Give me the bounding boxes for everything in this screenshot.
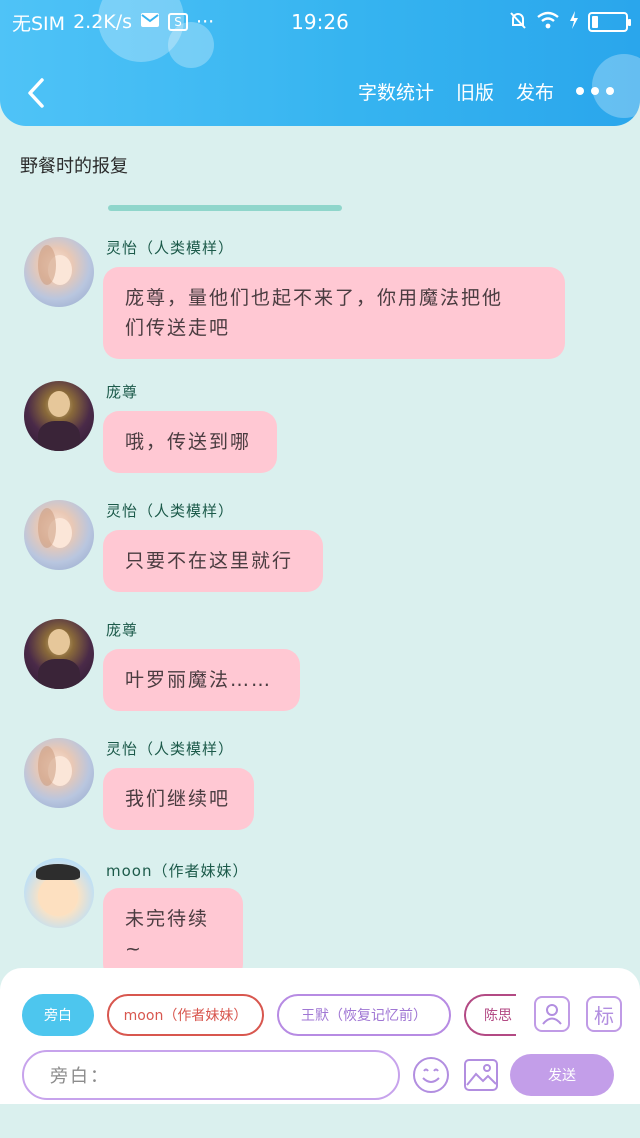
role-chip-narrator[interactable]: 旁白 bbox=[22, 994, 94, 1036]
speaker-name: 灵怡（人类模样） bbox=[106, 502, 235, 520]
character-manage-button[interactable] bbox=[534, 996, 570, 1032]
role-chip-moon[interactable]: moon（作者妹妹） bbox=[107, 994, 264, 1036]
previous-message-edge bbox=[108, 205, 342, 211]
message-text-line: 未完待续~ bbox=[125, 908, 210, 960]
chat-message[interactable]: moon（作者妹妹） 未完待续~ bbox=[0, 858, 640, 980]
speaker-name: 灵怡（人类模样） bbox=[106, 239, 235, 257]
message-bubble[interactable]: 只要不在这里就行 bbox=[103, 530, 323, 592]
message-bubble[interactable]: 庞尊，量他们也起不来了，你用魔法把他 们传送走吧 bbox=[103, 267, 565, 359]
speaker-name: moon（作者妹妹） bbox=[106, 862, 249, 880]
speaker-name: 灵怡（人类模样） bbox=[106, 740, 235, 758]
message-text-line: 庞尊，量他们也起不来了，你用魔法把他 bbox=[125, 287, 504, 309]
message-bubble[interactable]: 哦，传送到哪 bbox=[103, 411, 277, 473]
image-button[interactable] bbox=[462, 1056, 500, 1094]
message-bubble[interactable]: 我们继续吧 bbox=[103, 768, 254, 830]
document-title: 野餐时的报复 bbox=[20, 156, 128, 177]
message-bubble[interactable]: 未完待续~ bbox=[103, 888, 243, 980]
message-text-line: 只要不在这里就行 bbox=[125, 550, 294, 572]
role-chip-wangmo[interactable]: 王默（恢复记忆前） bbox=[277, 994, 451, 1036]
person-icon bbox=[542, 1004, 562, 1025]
avatar[interactable] bbox=[24, 738, 94, 808]
chevron-left-icon bbox=[28, 78, 44, 108]
old-version-button[interactable]: 旧版 bbox=[456, 78, 494, 105]
message-text-line: 哦，传送到哪 bbox=[125, 431, 252, 453]
bottom-background bbox=[0, 1104, 640, 1138]
message-text-line: 们传送走吧 bbox=[125, 317, 231, 339]
app-header: 无SIM 2.2K/s S ··· 19:26 字数统计 旧版 发布 bbox=[0, 0, 640, 126]
composer-panel: 旁白 moon（作者妹妹） 王默（恢复记忆前） 陈思 标 旁白： 发送 bbox=[0, 968, 640, 1104]
message-text-line: 叶罗丽魔法…… bbox=[125, 669, 273, 691]
back-button[interactable] bbox=[22, 76, 52, 110]
emoji-button[interactable] bbox=[412, 1056, 450, 1094]
chat-message[interactable]: 灵怡（人类模样） 庞尊，量他们也起不来了，你用魔法把他 们传送走吧 bbox=[0, 237, 640, 359]
tag-button[interactable]: 标 bbox=[586, 996, 622, 1032]
nav-bar: 字数统计 旧版 发布 bbox=[0, 62, 640, 122]
role-chip-chensi[interactable]: 陈思 bbox=[464, 994, 516, 1036]
chat-message[interactable]: 庞尊 叶罗丽魔法…… bbox=[0, 619, 640, 719]
message-bubble[interactable]: 叶罗丽魔法…… bbox=[103, 649, 300, 711]
more-options-button[interactable] bbox=[576, 76, 614, 106]
clock: 19:26 bbox=[291, 10, 349, 34]
speaker-name: 庞尊 bbox=[106, 621, 139, 639]
avatar[interactable] bbox=[24, 237, 94, 307]
avatar[interactable] bbox=[24, 500, 94, 570]
image-icon bbox=[464, 1059, 498, 1091]
chat-message[interactable]: 灵怡（人类模样） 我们继续吧 bbox=[0, 738, 640, 838]
chat-message[interactable]: 庞尊 哦，传送到哪 bbox=[0, 381, 640, 481]
speaker-name: 庞尊 bbox=[106, 383, 139, 401]
message-text-line: 我们继续吧 bbox=[125, 788, 231, 810]
avatar[interactable] bbox=[24, 619, 94, 689]
send-button[interactable]: 发送 bbox=[510, 1054, 614, 1096]
emoji-icon bbox=[413, 1057, 449, 1093]
chat-message[interactable]: 灵怡（人类模样） 只要不在这里就行 bbox=[0, 500, 640, 600]
avatar[interactable] bbox=[24, 381, 94, 451]
publish-button[interactable]: 发布 bbox=[516, 78, 554, 105]
message-input[interactable]: 旁白： bbox=[22, 1050, 400, 1100]
avatar[interactable] bbox=[24, 858, 94, 928]
word-count-button[interactable]: 字数统计 bbox=[358, 78, 434, 105]
